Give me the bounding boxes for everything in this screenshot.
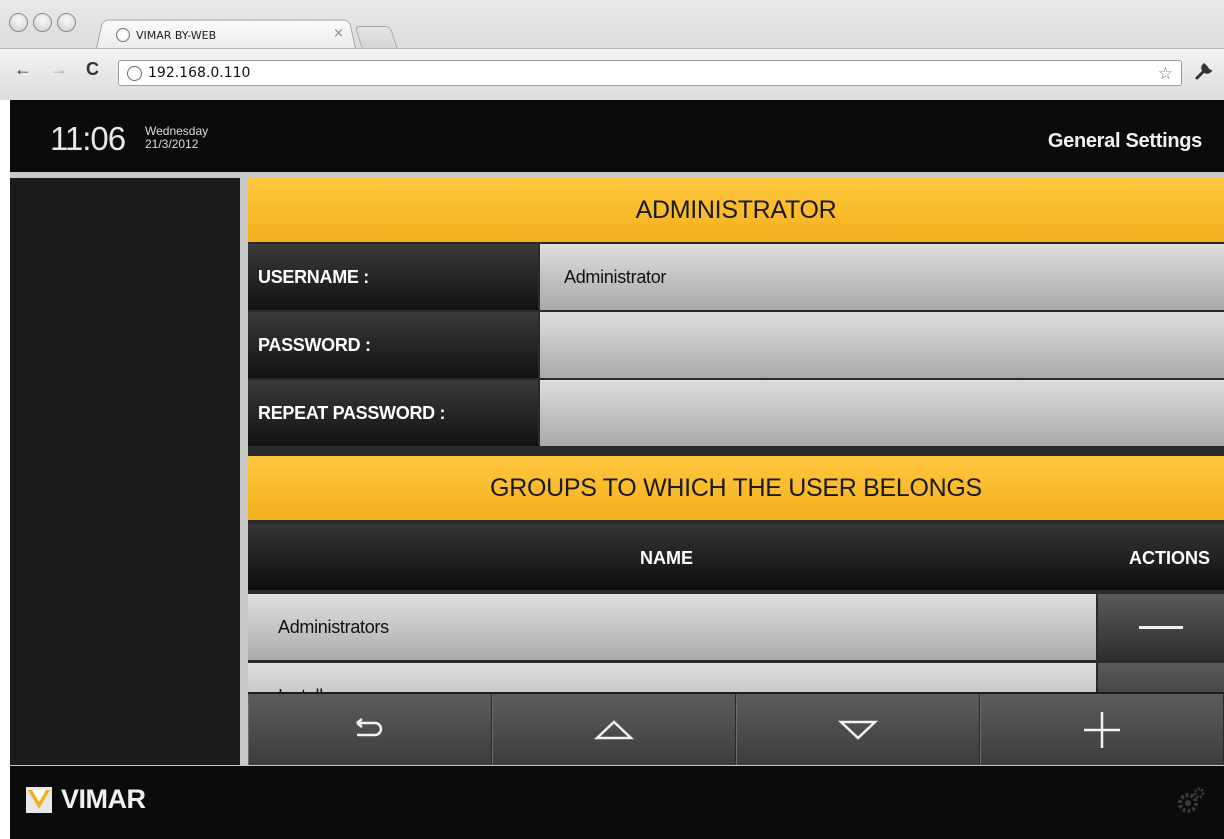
table-row[interactable]: Administrators [248, 594, 1224, 660]
actions-column-header: ACTIONS [1129, 548, 1210, 568]
tab-close-icon[interactable]: × [333, 26, 344, 41]
add-group-button[interactable] [980, 694, 1224, 765]
wrench-icon[interactable] [1194, 61, 1214, 86]
main-content: ADMINISTRATOR USERNAME : Administrator P… [248, 178, 1224, 765]
minus-icon [1139, 625, 1183, 629]
group-name: Administrators [248, 594, 1096, 660]
plus-icon [1084, 711, 1120, 748]
globe-icon [127, 65, 142, 81]
date-text: 21/3/2012 [145, 137, 199, 151]
star-icon[interactable]: ☆ [1158, 64, 1173, 84]
reload-icon[interactable]: C [86, 59, 99, 80]
clock-date: Wednesday 21/3/2012 [145, 125, 208, 151]
browser-chrome: VIMAR BY-WEB × ← → C 192.168.0.110 ☆ [0, 0, 1224, 100]
browser-tab[interactable]: VIMAR BY-WEB × [116, 23, 352, 47]
forward-arrow-icon[interactable]: → [50, 59, 68, 80]
password-row: PASSWORD : [248, 312, 1224, 378]
footer-bar: VIMAR [10, 766, 1224, 839]
gear-icon[interactable] [1176, 786, 1206, 821]
repeat-password-row: REPEAT PASSWORD : [248, 380, 1224, 446]
username-row: USERNAME : Administrator [248, 244, 1224, 310]
tab-title: VIMAR BY-WEB [136, 28, 217, 42]
scroll-up-button[interactable] [492, 694, 736, 765]
page-title: General Settings [1047, 130, 1202, 152]
back-button[interactable] [248, 694, 492, 765]
zoom-window-button[interactable] [57, 13, 76, 32]
back-icon [356, 717, 383, 736]
down-triangle-icon [838, 720, 878, 740]
administrator-heading: ADMINISTRATOR [248, 178, 1224, 242]
repeat-password-label: REPEAT PASSWORD : [248, 380, 538, 446]
window-controls [9, 13, 76, 32]
close-window-button[interactable] [9, 13, 28, 32]
bottom-action-bar [248, 692, 1224, 765]
url-text: 192.168.0.110 [148, 65, 251, 81]
app-window: 11:06 Wednesday 21/3/2012 General Settin… [10, 100, 1224, 839]
clock-time: 11:06 [50, 120, 126, 157]
up-triangle-icon [594, 719, 634, 739]
scroll-down-button[interactable] [736, 694, 980, 765]
sidebar-panel [10, 178, 240, 765]
vimar-logo-icon [26, 786, 52, 813]
address-bar[interactable]: 192.168.0.110 ☆ [118, 60, 1182, 86]
remove-group-button[interactable] [1098, 594, 1224, 660]
back-arrow-icon[interactable]: ← [14, 59, 32, 80]
username-field[interactable]: Administrator [540, 244, 1224, 310]
name-column-header: NAME [640, 548, 693, 568]
password-field[interactable] [540, 312, 1224, 378]
vimar-logo: VIMAR [26, 784, 146, 815]
repeat-password-field[interactable] [540, 380, 1224, 446]
brand-name: VIMAR [61, 784, 146, 814]
globe-icon [116, 28, 130, 42]
password-label: PASSWORD : [248, 312, 538, 378]
browser-toolbar: ← → C 192.168.0.110 ☆ [0, 48, 1224, 100]
groups-heading: GROUPS TO WHICH THE USER BELONGS [248, 456, 1224, 520]
top-bar: 11:06 Wednesday 21/3/2012 General Settin… [10, 100, 1224, 172]
username-label: USERNAME : [248, 244, 538, 310]
minimize-window-button[interactable] [33, 13, 52, 32]
new-tab-button[interactable] [354, 26, 398, 48]
groups-table-header: NAME ACTIONS [248, 524, 1224, 590]
